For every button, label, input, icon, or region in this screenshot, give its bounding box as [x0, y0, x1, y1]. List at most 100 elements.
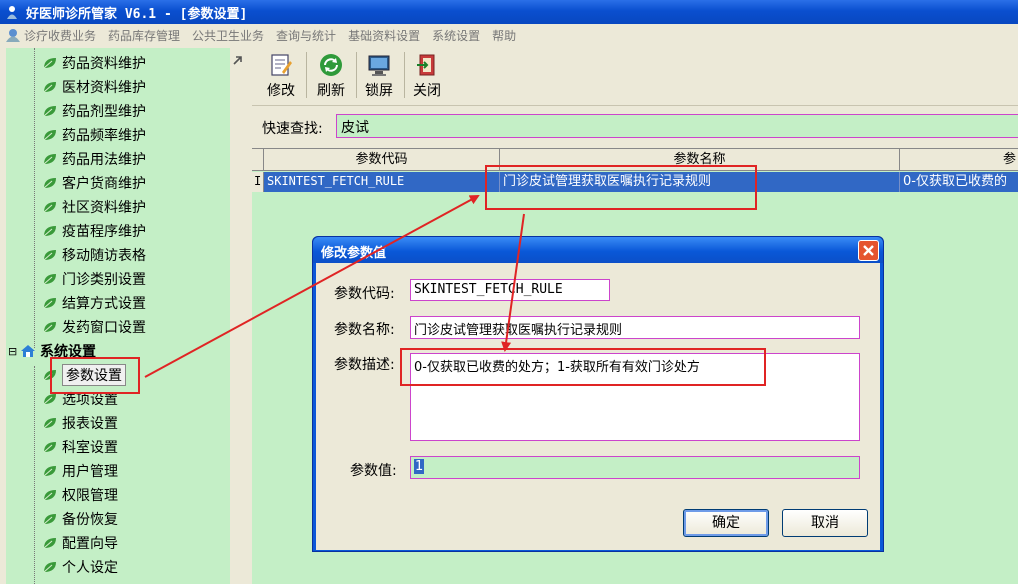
home-icon	[21, 345, 35, 357]
tree-item-label: 用户管理	[62, 464, 118, 480]
leaf-icon	[43, 58, 56, 69]
column-header-param-code[interactable]: 参数代码	[264, 149, 500, 171]
column-header-param-desc[interactable]: 参	[900, 149, 1018, 171]
tree-item-drug-frequency[interactable]: 药品频率维护	[42, 124, 146, 146]
param-value-input[interactable]: 1	[410, 456, 860, 479]
lock-screen-button-label: 锁屏	[365, 83, 393, 99]
leaf-icon	[43, 250, 56, 261]
tree-item-suppliers[interactable]: 客户货商维护	[42, 172, 146, 194]
tree-item-permission-management[interactable]: 权限管理	[42, 484, 118, 506]
tree-item-backup-restore[interactable]: 备份恢复	[42, 508, 118, 530]
tree-item-setup-wizard[interactable]: 配置向导	[42, 532, 118, 554]
pin-icon[interactable]	[232, 54, 244, 66]
param-name-field[interactable]: 门诊皮试管理获取医嘱执行记录规则	[410, 316, 860, 339]
tree-item-label: 结算方式设置	[62, 296, 146, 312]
menu-bar: 诊疗收费业务 药品库存管理 公共卫生业务 查询与统计 基础资料设置 系统设置 帮…	[0, 24, 1018, 46]
leaf-icon	[43, 490, 56, 501]
app-icon	[7, 6, 17, 19]
edit-icon	[271, 54, 292, 76]
tree-item-department-settings[interactable]: 科室设置	[42, 436, 118, 458]
close-page-button[interactable]: 关闭	[404, 50, 450, 102]
refresh-button[interactable]: 刷新	[308, 50, 354, 102]
close-page-button-label: 关闭	[413, 83, 441, 99]
tree-expander-icon[interactable]: ⊟	[8, 345, 20, 358]
tree-item-user-management[interactable]: 用户管理	[42, 460, 118, 482]
tree-item-label: 发药窗口设置	[62, 320, 146, 336]
tree-item-label: 科室设置	[62, 440, 118, 456]
ok-button[interactable]: 确定	[683, 509, 769, 537]
tree-item-label: 备份恢复	[62, 512, 118, 528]
tree-item-label: 药品剂型维护	[62, 104, 146, 120]
tree-item-label: 社区资料维护	[62, 200, 146, 216]
menu-item-query-stats[interactable]: 查询与统计	[276, 27, 336, 44]
menu-item-system-settings[interactable]: 系统设置	[432, 27, 480, 44]
menu-item-drug-inventory[interactable]: 药品库存管理	[108, 27, 180, 44]
grid-row-indicator-header	[252, 149, 264, 171]
dialog-body: 参数代码: SKINTEST_FETCH_RULE 参数名称: 门诊皮试管理获取…	[316, 263, 880, 550]
tree-item-vaccine[interactable]: 疫苗程序维护	[42, 220, 146, 242]
tree-item-clinic-category[interactable]: 门诊类别设置	[42, 268, 146, 290]
dialog-titlebar[interactable]: 修改参数值	[313, 237, 883, 263]
menu-item-public-health[interactable]: 公共卫生业务	[192, 27, 264, 44]
leaf-icon	[43, 130, 56, 141]
param-code-field: SKINTEST_FETCH_RULE	[410, 279, 610, 301]
annotation-box-param-settings	[50, 357, 140, 394]
tree-item-drug-info[interactable]: 药品资料维护	[42, 52, 146, 74]
dialog-title: 修改参数值	[321, 246, 387, 261]
edit-button-label: 修改	[267, 83, 295, 99]
window-titlebar: 好医师诊所管家 V6.1 - [参数设置]	[0, 0, 1018, 24]
refresh-button-label: 刷新	[317, 83, 345, 99]
cell-param-code[interactable]: SKINTEST_FETCH_RULE	[264, 172, 500, 192]
leaf-icon	[43, 466, 56, 477]
leaf-icon	[43, 514, 56, 525]
tree-item-community[interactable]: 社区资料维护	[42, 196, 146, 218]
tree-item-personal-settings[interactable]: 个人设定	[42, 556, 118, 578]
sidebar: 药品资料维护 医材资料维护 药品剂型维护 药品频率维护 药品用法维护 客户货商维…	[0, 46, 250, 584]
refresh-icon	[320, 54, 342, 76]
leaf-icon	[43, 418, 56, 429]
quick-search-input[interactable]: 皮试	[336, 114, 1018, 138]
param-code-label: 参数代码:	[334, 286, 395, 302]
leaf-icon	[43, 154, 56, 165]
tree-item-label: 疫苗程序维护	[62, 224, 146, 240]
leaf-icon	[43, 274, 56, 285]
edit-button[interactable]: 修改	[258, 50, 304, 102]
cancel-button[interactable]: 取消	[782, 509, 868, 537]
leaf-icon	[43, 82, 56, 93]
tree-item-drug-usage[interactable]: 药品用法维护	[42, 148, 146, 170]
tree-item-label: 医材资料维护	[62, 80, 146, 96]
leaf-icon	[43, 322, 56, 333]
window-title: 好医师诊所管家 V6.1 - [参数设置]	[26, 6, 248, 22]
annotation-box-param-desc	[400, 348, 766, 386]
tree-item-label: 药品用法维护	[62, 152, 146, 168]
sidebar-scrollbar[interactable]	[232, 48, 248, 584]
leaf-icon	[43, 178, 56, 189]
cell-param-desc[interactable]: 0-仅获取已收费的	[900, 172, 1018, 192]
dialog-close-button[interactable]	[858, 240, 879, 261]
nav-tree: 药品资料维护 医材资料维护 药品剂型维护 药品频率维护 药品用法维护 客户货商维…	[6, 48, 230, 584]
tree-item-drug-form[interactable]: 药品剂型维护	[42, 100, 146, 122]
exit-door-icon	[417, 54, 435, 76]
quick-search-label: 快速查找:	[262, 121, 323, 137]
menu-item-help[interactable]: 帮助	[492, 27, 516, 44]
tree-item-medical-supplies[interactable]: 医材资料维护	[42, 76, 146, 98]
tree-item-label: 移动随访表格	[62, 248, 146, 264]
menu-item-basic-data[interactable]: 基础资料设置	[348, 27, 420, 44]
tree-item-label: 药品频率维护	[62, 128, 146, 144]
leaf-icon	[43, 202, 56, 213]
menu-item-clinic-billing[interactable]: 诊疗收费业务	[24, 27, 96, 44]
leaf-icon	[43, 226, 56, 237]
leaf-icon	[43, 562, 56, 573]
tree-item-label: 配置向导	[62, 536, 118, 552]
menu-app-icon	[6, 29, 20, 42]
param-value-label: 参数值:	[350, 463, 397, 479]
tree-item-mobile-followup[interactable]: 移动随访表格	[42, 244, 146, 266]
tree-item-dispensing-window[interactable]: 发药窗口设置	[42, 316, 146, 338]
param-desc-label: 参数描述:	[334, 357, 395, 373]
tree-item-payment-method[interactable]: 结算方式设置	[42, 292, 146, 314]
tree-item-label: 药品资料维护	[62, 56, 146, 72]
lock-screen-button[interactable]: 锁屏	[356, 50, 402, 102]
param-name-label: 参数名称:	[334, 322, 395, 338]
tree-item-label: 客户货商维护	[62, 176, 146, 192]
tree-item-report-settings[interactable]: 报表设置	[42, 412, 118, 434]
